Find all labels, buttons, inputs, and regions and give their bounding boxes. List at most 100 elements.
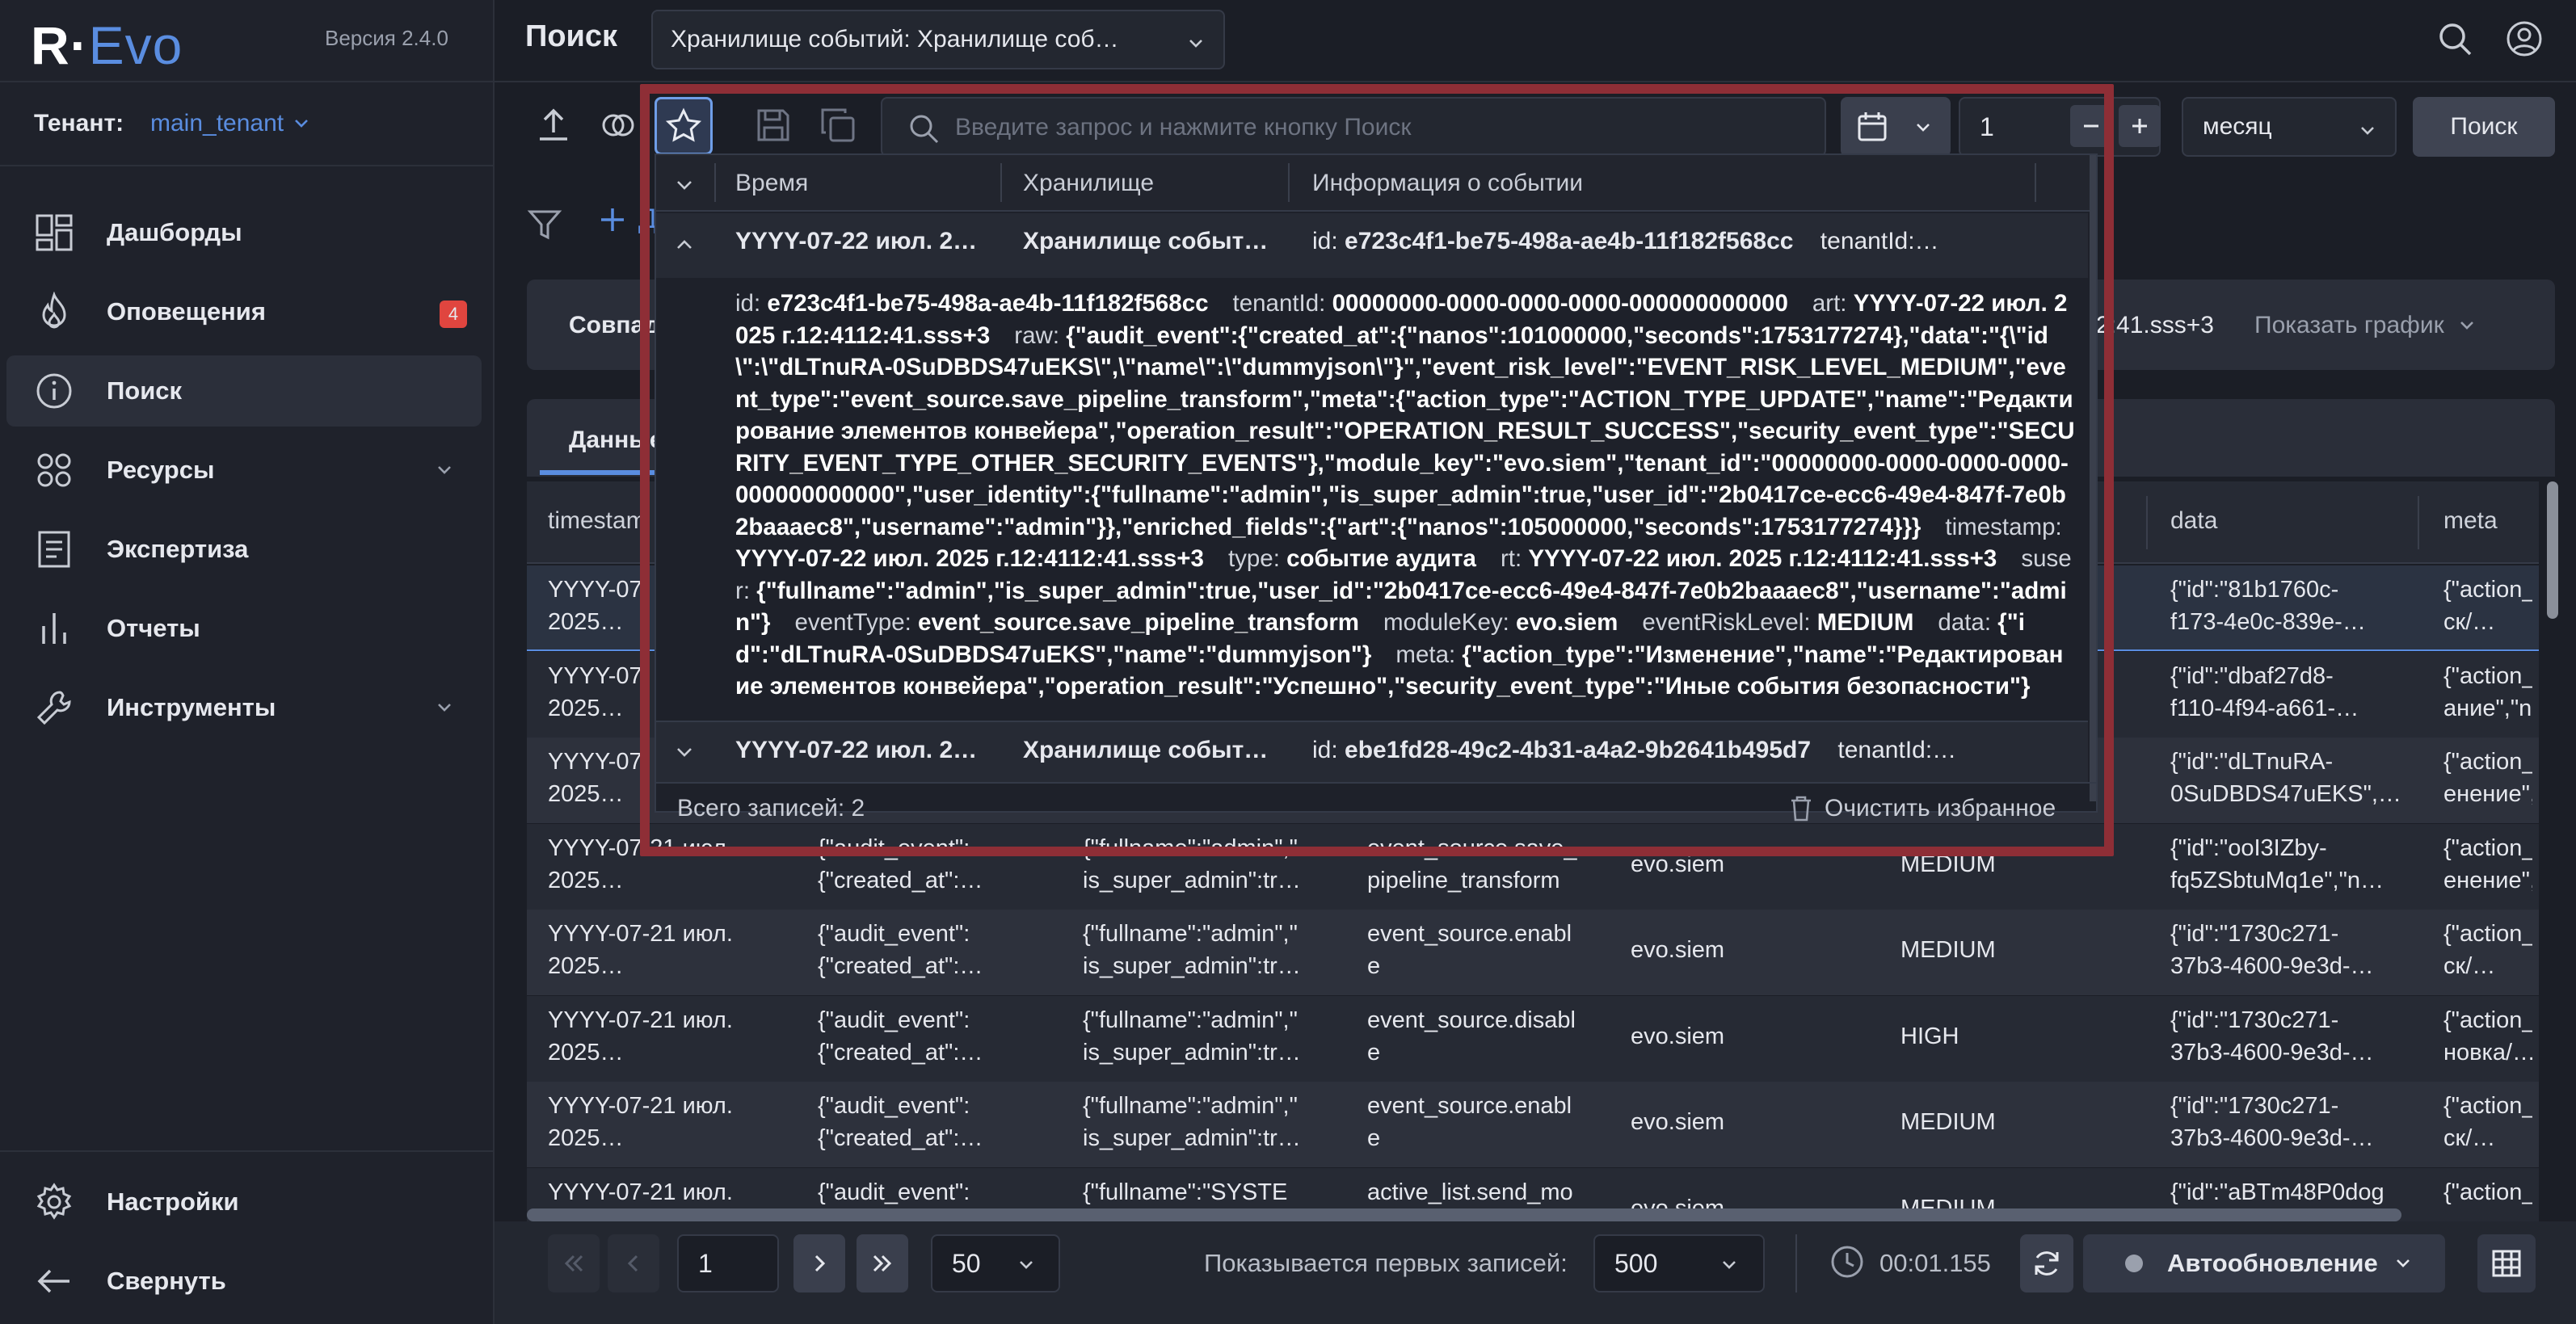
arrow-left-icon bbox=[37, 1269, 69, 1293]
table-cell-c5: evo.siem bbox=[1631, 1109, 1725, 1135]
double-chevron-right-icon bbox=[873, 1255, 892, 1272]
column-header-timestamp[interactable]: timestam bbox=[548, 507, 646, 535]
table-cell-meta: {"action_t ск/… bbox=[2443, 577, 2532, 635]
nav-item-alerts[interactable]: Оповещения 4 bbox=[6, 276, 482, 347]
table-cell-c1: YYYY-07-21 июл. 2025… bbox=[548, 1093, 733, 1151]
table-cell-c2: {"audit_event": {"created_at":… bbox=[818, 1007, 983, 1066]
column-separator bbox=[2146, 496, 2148, 549]
period-unit-select[interactable]: месяц bbox=[2182, 97, 2397, 157]
event-store-select[interactable]: Хранилище событий: Хранилище соб… bbox=[651, 10, 1225, 69]
chevron-right-icon bbox=[814, 1255, 826, 1272]
show-chart-label: Показать график bbox=[2254, 312, 2444, 338]
table-view-button[interactable] bbox=[2477, 1234, 2536, 1292]
table-cell-c4: event_source.disabl e bbox=[1367, 1007, 1576, 1066]
double-chevron-left-icon bbox=[564, 1255, 583, 1272]
flame-icon bbox=[42, 292, 66, 329]
prev-page-button[interactable] bbox=[608, 1234, 659, 1292]
table-row[interactable]: YYYY-07-21 июл. 2025… {"audit_event": {"c… bbox=[527, 995, 2539, 1082]
highlight-outline bbox=[640, 84, 2114, 856]
user-avatar-icon[interactable] bbox=[2505, 19, 2544, 58]
chevron-left-icon bbox=[627, 1255, 638, 1272]
query-duration: 00:01.155 bbox=[1879, 1249, 1991, 1277]
overlap-icon[interactable] bbox=[598, 105, 638, 145]
refresh-button[interactable] bbox=[2020, 1234, 2073, 1292]
vertical-scrollbar[interactable] bbox=[2547, 481, 2558, 619]
divider bbox=[0, 81, 495, 82]
increment-button[interactable] bbox=[2119, 105, 2161, 147]
nav-label: Поиск bbox=[107, 376, 183, 405]
table-cell-c2: {"audit_event": {"created_at":… bbox=[818, 921, 983, 979]
records-shown-label: Показывается первых записей: bbox=[1204, 1249, 1568, 1277]
nav-item-search[interactable]: Поиск bbox=[6, 355, 482, 427]
chevron-down-icon bbox=[1723, 1261, 1736, 1269]
table-cell-c5: evo.siem bbox=[1631, 1023, 1725, 1049]
table-cell-c1: YYYY-07-21 июл. 2025… bbox=[548, 921, 733, 979]
horizontal-scrollbar[interactable] bbox=[527, 1208, 2401, 1221]
page-number-input[interactable]: 1 bbox=[677, 1234, 779, 1292]
column-header-meta[interactable]: meta bbox=[2443, 507, 2498, 535]
show-chart-toggle[interactable]: Показать график bbox=[2254, 312, 2477, 339]
divider bbox=[0, 165, 495, 166]
table-cell-meta: {"action_t енение", bbox=[2443, 834, 2532, 893]
table-grid-icon bbox=[2492, 1250, 2521, 1277]
nav-item-reports[interactable]: Отчеты bbox=[6, 593, 482, 664]
chevron-down-icon bbox=[295, 120, 309, 128]
table-cell-data: {"id":"1730c271- 37b3-4600-9e3d-… bbox=[2170, 1093, 2374, 1151]
table-cell-data: {"id":"dbaf27d8- f110-4f94-a661-… bbox=[2170, 662, 2359, 721]
page-title: Поиск bbox=[525, 19, 618, 53]
nav-item-expertise[interactable]: Экспертиза bbox=[6, 514, 482, 585]
table-cell-data: {"id":"81b1760c- f173-4e0c-839e-… bbox=[2170, 577, 2366, 635]
chevron-down-icon bbox=[438, 466, 451, 474]
nav-label: Дашборды bbox=[107, 218, 242, 246]
collapse-label: Свернуть bbox=[107, 1267, 226, 1295]
table-row[interactable]: YYYY-07-21 июл. 2025… {"audit_event": {"c… bbox=[527, 910, 2539, 995]
search-button[interactable]: Поиск bbox=[2413, 97, 2555, 157]
chevron-down-icon bbox=[2361, 127, 2374, 135]
chevron-down-icon bbox=[2397, 1259, 2410, 1267]
period-unit-value: месяц bbox=[2203, 113, 2272, 140]
chevron-down-icon bbox=[1020, 1261, 1033, 1269]
table-cell-c6: MEDIUM bbox=[1900, 1109, 1996, 1135]
last-page-button[interactable] bbox=[857, 1234, 908, 1292]
tenant-label: Тенант: bbox=[34, 110, 124, 137]
nav-label: Отчеты bbox=[107, 614, 200, 642]
table-cell-c3: {"fullname":"SYSTE bbox=[1083, 1179, 1288, 1205]
filter-icon[interactable] bbox=[527, 207, 562, 242]
tenant-select[interactable]: main_tenant bbox=[150, 110, 311, 137]
clock-icon bbox=[1831, 1246, 1863, 1278]
tenant-value: main_tenant bbox=[150, 110, 284, 137]
table-row[interactable]: YYYY-07-21 июл. 2025… {"audit_event": {"c… bbox=[527, 1082, 2539, 1167]
settings-button[interactable]: Настройки bbox=[6, 1166, 482, 1238]
page-size-select[interactable]: 50 bbox=[931, 1234, 1060, 1292]
nav-item-resources[interactable]: Ресурсы bbox=[6, 435, 482, 506]
bar-chart-icon bbox=[42, 613, 66, 644]
export-icon[interactable] bbox=[533, 105, 574, 145]
nav-label: Оповещения bbox=[107, 297, 266, 326]
table-cell-c6: HIGH bbox=[1900, 1023, 1959, 1049]
event-store-value: Хранилище событий: Хранилище соб… bbox=[671, 26, 1119, 53]
column-header-data[interactable]: data bbox=[2170, 507, 2217, 535]
records-limit-select[interactable]: 500 bbox=[1593, 1234, 1765, 1292]
next-page-button[interactable] bbox=[793, 1234, 845, 1292]
settings-label: Настройки bbox=[107, 1187, 239, 1216]
table-cell-c2: {"audit_event": {"created_at":… bbox=[818, 1093, 983, 1151]
table-cell-c1: YYYY-07-21 июл. 2025… bbox=[548, 1007, 733, 1066]
nav-item-dashboards[interactable]: Дашборды bbox=[6, 197, 482, 268]
chevron-down-icon bbox=[2460, 322, 2473, 330]
auto-refresh-toggle[interactable]: Автообновление bbox=[2083, 1234, 2445, 1292]
resources-icon bbox=[37, 453, 71, 487]
table-cell-meta: {"action_t bbox=[2443, 1179, 2532, 1205]
chevron-down-icon bbox=[438, 704, 451, 712]
document-icon bbox=[38, 531, 70, 568]
chevron-down-icon bbox=[1189, 40, 1202, 48]
table-cell-c5: evo.siem bbox=[1631, 937, 1725, 963]
collapse-button[interactable]: Свернуть bbox=[6, 1246, 482, 1317]
nav-item-tools[interactable]: Инструменты bbox=[6, 672, 482, 743]
table-cell-meta: {"action_t ание","na bbox=[2443, 662, 2532, 721]
first-page-button[interactable] bbox=[548, 1234, 600, 1292]
table-cell-data: {"id":"dLTnuRA- 0SuDBDS47uEKS",… bbox=[2170, 749, 2401, 807]
table-cell-meta: {"action_t новка/… bbox=[2443, 1007, 2532, 1066]
search-icon[interactable] bbox=[2435, 19, 2474, 58]
table-cell-c4: event_source.enabl e bbox=[1367, 921, 1572, 979]
table-cell-c4: active_list.send_mo bbox=[1367, 1179, 1573, 1205]
